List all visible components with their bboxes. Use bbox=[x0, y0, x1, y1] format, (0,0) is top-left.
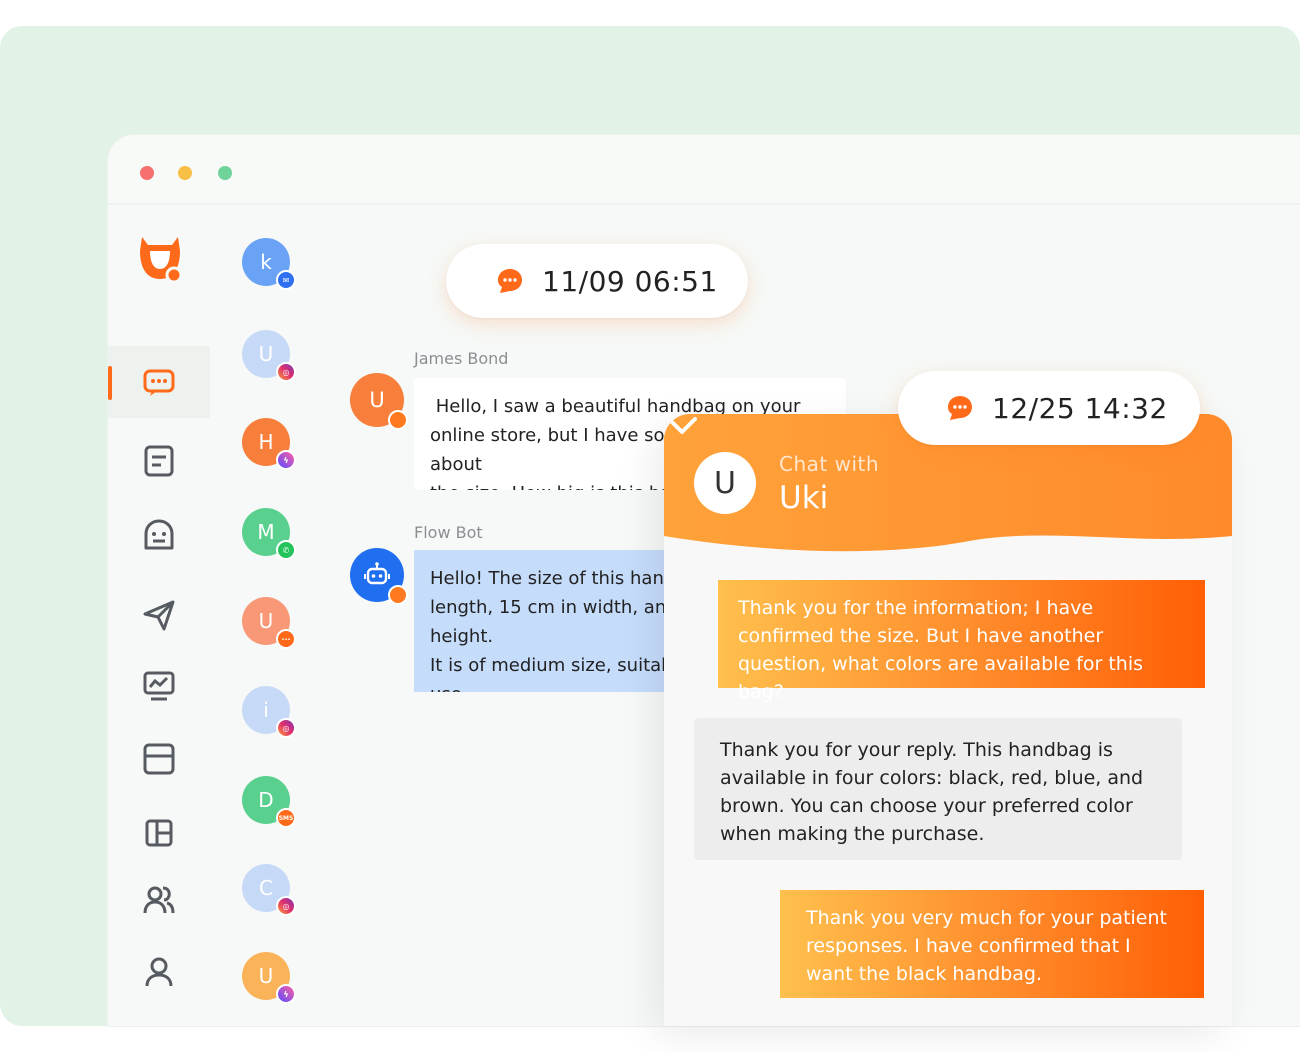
contact-initial: D bbox=[258, 788, 274, 812]
maximize-window-button[interactable] bbox=[218, 166, 232, 180]
conversation-timestamp: 11/09 06:51 bbox=[446, 244, 748, 318]
nav-inbox[interactable] bbox=[108, 723, 210, 795]
nav-chats[interactable] bbox=[108, 346, 210, 418]
document-icon bbox=[144, 445, 174, 477]
contact-initial: M bbox=[257, 520, 275, 544]
title-bar bbox=[108, 135, 1300, 205]
contact-initial: k bbox=[260, 250, 272, 274]
close-window-button[interactable] bbox=[140, 166, 154, 180]
contact-avatar[interactable]: U ··· bbox=[242, 597, 296, 649]
chat-widget: U Chat with Uki Thank you for the inform… bbox=[664, 414, 1232, 1026]
contact-initial: U bbox=[258, 609, 274, 633]
nav-analytics[interactable] bbox=[108, 650, 210, 722]
chat-icon bbox=[143, 369, 175, 396]
sms-icon: SMS bbox=[276, 808, 296, 828]
chat-contact-name: Uki bbox=[779, 480, 829, 516]
livechat-icon bbox=[388, 410, 408, 430]
contact-avatar[interactable]: U ϟ bbox=[242, 952, 296, 1004]
incoming-message: Thank you for your reply. This handbag i… bbox=[694, 718, 1182, 860]
robot-icon bbox=[364, 562, 390, 585]
outgoing-message: Thank you for the information; I have co… bbox=[718, 580, 1205, 703]
contact-avatar[interactable]: i ◎ bbox=[242, 686, 296, 738]
bot-avatar[interactable] bbox=[350, 548, 408, 605]
contact-avatar[interactable]: H ϟ bbox=[242, 418, 296, 470]
sender-name: Flow Bot bbox=[414, 523, 483, 542]
contact-avatar[interactable]: M ✆ bbox=[242, 508, 296, 560]
layout-icon bbox=[145, 819, 173, 847]
timestamp-text: 12/25 14:32 bbox=[992, 391, 1168, 425]
livechat-icon: ··· bbox=[276, 629, 296, 649]
nav-layout[interactable] bbox=[108, 797, 210, 869]
contact-initial: C bbox=[259, 876, 273, 900]
users-icon bbox=[143, 886, 175, 914]
outgoing-message: Thank you very much for your patient res… bbox=[780, 890, 1204, 998]
nav-documents[interactable] bbox=[108, 425, 210, 497]
instagram-icon: ◎ bbox=[276, 896, 296, 916]
user-icon bbox=[145, 957, 173, 987]
livechat-icon bbox=[388, 585, 408, 605]
avatar-initial: U bbox=[369, 388, 385, 412]
chat-bubble-icon bbox=[948, 396, 972, 420]
contact-initial: i bbox=[263, 698, 269, 722]
nav-bots[interactable] bbox=[108, 499, 210, 571]
nav-broadcast[interactable] bbox=[108, 579, 210, 651]
monitor-chart-icon bbox=[143, 671, 175, 701]
contact-initial: U bbox=[258, 342, 274, 366]
chevron-down-icon[interactable] bbox=[664, 414, 700, 438]
send-icon bbox=[143, 600, 175, 631]
nav-profile[interactable] bbox=[108, 936, 210, 1008]
contact-avatar[interactable]: C ◎ bbox=[242, 864, 296, 916]
bot-icon bbox=[144, 519, 174, 550]
contact-initial: H bbox=[258, 430, 274, 454]
messenger-icon: ϟ bbox=[276, 450, 296, 470]
inbox-icon bbox=[143, 743, 175, 775]
sender-name: James Bond bbox=[414, 349, 509, 368]
email-icon: ✉ bbox=[276, 270, 296, 290]
contact-initial: U bbox=[258, 964, 274, 988]
widget-timestamp: 12/25 14:32 bbox=[898, 371, 1200, 445]
whatsapp-icon: ✆ bbox=[276, 540, 296, 560]
app-logo bbox=[136, 233, 184, 285]
minimize-window-button[interactable] bbox=[178, 166, 192, 180]
instagram-icon: ◎ bbox=[276, 362, 296, 382]
instagram-icon: ◎ bbox=[276, 718, 296, 738]
contact-avatar[interactable]: U ◎ bbox=[242, 330, 296, 382]
contact-avatar[interactable]: k ✉ bbox=[242, 238, 296, 290]
nav-team[interactable] bbox=[108, 864, 210, 936]
chat-with-label: Chat with bbox=[779, 452, 880, 476]
contact-avatar[interactable]: D SMS bbox=[242, 776, 296, 828]
chat-contact-avatar: U bbox=[694, 452, 756, 514]
timestamp-text: 11/09 06:51 bbox=[542, 264, 718, 298]
messenger-icon: ϟ bbox=[276, 984, 296, 1004]
chat-bubble-icon bbox=[498, 269, 522, 293]
avatar[interactable]: U bbox=[350, 373, 408, 430]
